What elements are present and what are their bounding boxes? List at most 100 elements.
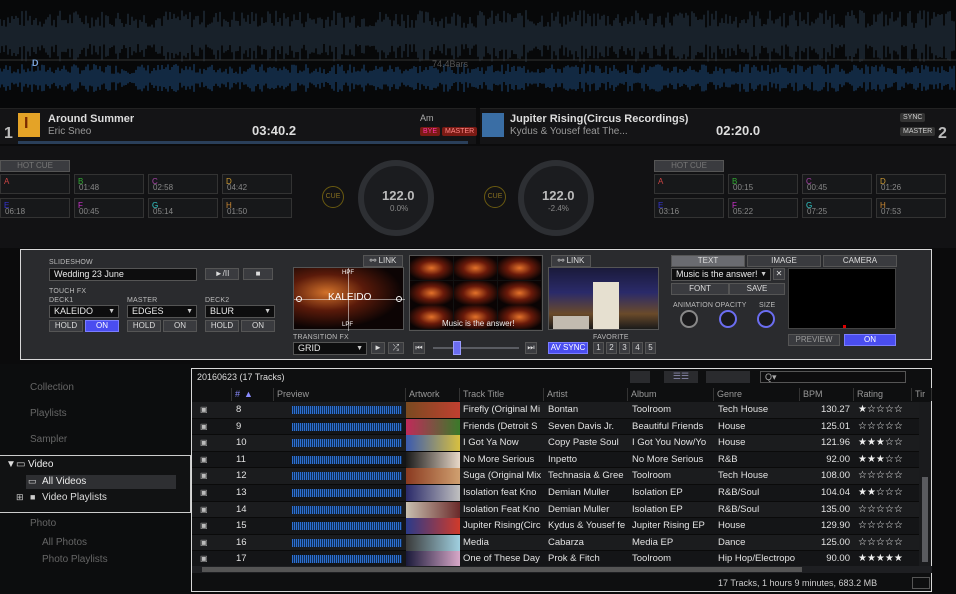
tree-sampler[interactable]: Sampler <box>30 434 67 445</box>
rating-stars[interactable]: ☆☆☆☆☆ <box>858 468 916 484</box>
deck2-hot-cue-pad[interactable]: G 07:25 <box>802 198 872 218</box>
deck1-hot-cue-pad[interactable]: F 00:45 <box>74 198 144 218</box>
col-number[interactable]: # ▲ <box>232 388 274 401</box>
deck1-video-preview[interactable]: HPF LPF KALEIDO <box>293 267 405 331</box>
deck2-badge-master[interactable]: MASTER <box>900 127 936 136</box>
tree-all-videos[interactable]: All Videos <box>42 476 86 487</box>
rating-stars[interactable]: ★★★★★ <box>858 551 916 567</box>
tree-collection[interactable]: Collection <box>30 382 74 393</box>
preview-waveform[interactable] <box>292 439 402 448</box>
deck1-jog-wheel[interactable]: 122.0 0.0% <box>358 160 434 236</box>
table-row[interactable]: ▣ 10 I Got Ya Now Copy Paste Soul I Got You … <box>192 435 919 452</box>
table-row[interactable]: ▣ 8 Firefly (Original Mi Bontan Toolroom Tech… <box>192 402 919 419</box>
slideshow-stop-button[interactable]: ■ <box>243 268 273 280</box>
text-select[interactable]: Music is the answer! <box>671 268 771 281</box>
seek-start-icon[interactable]: ⏮ <box>413 342 425 354</box>
col-artwork[interactable]: Artwork <box>406 388 460 401</box>
preview-waveform[interactable] <box>292 472 402 481</box>
link-button-right[interactable]: ⚯ LINK <box>551 255 591 267</box>
size-knob[interactable] <box>757 310 775 328</box>
preview-waveform[interactable] <box>292 555 402 564</box>
rating-stars[interactable]: ☆☆☆☆☆ <box>858 502 916 518</box>
deck1-fx-select[interactable]: KALEIDO <box>49 305 119 318</box>
deck2-hot-cue-pad[interactable]: D 01:26 <box>876 174 946 194</box>
slideshow-play-pause-button[interactable]: ►/II <box>205 268 239 280</box>
tree-photo[interactable]: Photo <box>30 518 56 529</box>
deck1-hot-cue-pad[interactable]: B 01:48 <box>74 174 144 194</box>
table-row[interactable]: ▣ 11 No More Serious Inpetto No More Serious… <box>192 451 919 469</box>
tab-text[interactable]: TEXT <box>671 255 745 267</box>
font-button[interactable]: FONT <box>671 283 729 295</box>
vertical-scrollbar[interactable] <box>919 402 931 566</box>
link-button-left[interactable]: ⚯ LINK <box>363 255 403 267</box>
deck1-cue-button[interactable]: CUE <box>322 186 344 208</box>
table-row[interactable]: ▣ 12 Suga (Original Mix Technasia & Gree Too… <box>192 468 919 485</box>
tab-image[interactable]: IMAGE <box>747 255 821 267</box>
favorite-button-4[interactable]: 4 <box>632 342 643 354</box>
deck1-overview-bar[interactable] <box>18 141 468 144</box>
av-sync-button[interactable]: AV SYNC <box>548 342 588 354</box>
deck1-hot-cue-tab[interactable]: HOT CUE <box>0 160 70 172</box>
preview-button[interactable]: PREVIEW <box>788 334 840 346</box>
slideshow-field[interactable]: Wedding 23 June <box>49 268 197 281</box>
tree-all-photos[interactable]: All Photos <box>42 537 87 548</box>
save-button[interactable]: SAVE <box>729 283 785 295</box>
tree-playlists[interactable]: Playlists <box>30 408 67 419</box>
transition-fx-select[interactable]: GRID <box>293 342 367 355</box>
preview-waveform[interactable] <box>292 522 402 531</box>
preview-waveform[interactable] <box>292 538 402 547</box>
tab-camera[interactable]: CAMERA <box>823 255 897 267</box>
deck2-video-preview[interactable] <box>548 267 659 330</box>
deck2-hot-cue-pad[interactable]: F 05:22 <box>728 198 798 218</box>
col-time[interactable]: Tir <box>912 388 932 401</box>
col-icon[interactable] <box>192 388 232 401</box>
master-fx-select[interactable]: EDGES <box>127 305 197 318</box>
output-preview[interactable] <box>788 268 896 329</box>
rating-stars[interactable]: ☆☆☆☆☆ <box>858 535 916 551</box>
favorite-button-3[interactable]: 3 <box>619 342 630 354</box>
deck2-hot-cue-pad[interactable]: B 00:15 <box>728 174 798 194</box>
col-rating[interactable]: Rating <box>854 388 912 401</box>
transition-play-icon[interactable]: ► <box>371 342 385 354</box>
deck2-hot-cue-pad[interactable]: C 00:45 <box>802 174 872 194</box>
table-row[interactable]: ▣ 15 Jupiter Rising(Circ Kydus & Yousef fe J… <box>192 518 919 535</box>
deck1-badge-master[interactable]: MASTER <box>442 127 478 136</box>
deck2-hot-cue-pad[interactable]: A <box>654 174 724 194</box>
preview-waveform[interactable] <box>292 489 402 497</box>
deck2-hot-cue-tab[interactable]: HOT CUE <box>654 160 724 172</box>
table-row[interactable]: ▣ 16 Media Cabarza Media EP Dance 125.00 ☆☆☆☆☆ <box>192 534 919 552</box>
crossfader-handle[interactable] <box>453 341 461 355</box>
table-row[interactable]: ▣ 9 Friends (Detroit S Seven Davis Jr. Beaut… <box>192 418 919 436</box>
tree-video[interactable]: Video <box>28 459 53 470</box>
deck2-hot-cue-pad[interactable]: E 03:16 <box>654 198 724 218</box>
table-row[interactable]: ▣ 14 Isolation Feat Kno Demian Muller Isolat… <box>192 501 919 519</box>
col-artist[interactable]: Artist <box>544 388 628 401</box>
favorite-button-2[interactable]: 2 <box>606 342 617 354</box>
deck1-hot-cue-pad[interactable]: C 02:58 <box>148 174 218 194</box>
rating-stars[interactable]: ★★☆☆☆ <box>858 485 916 501</box>
add-icon[interactable] <box>630 371 650 383</box>
table-row[interactable]: ▣ 13 Isolation feat Kno Demian Muller Isolat… <box>192 485 919 502</box>
rating-stars[interactable]: ★★★☆☆ <box>858 452 916 468</box>
deck1-hot-cue-pad[interactable]: G 05:14 <box>148 198 218 218</box>
video-expand-icon[interactable]: ▼ <box>6 459 16 470</box>
preview-waveform[interactable] <box>292 505 402 514</box>
tree-photo-playlists[interactable]: Photo Playlists <box>42 554 108 565</box>
col-album[interactable]: Album <box>628 388 714 401</box>
deck1-hot-cue-pad[interactable]: H 01:50 <box>222 198 292 218</box>
view-mode-icon[interactable] <box>706 371 750 383</box>
horizontal-scroll-thumb[interactable] <box>202 567 802 572</box>
opacity-knob[interactable] <box>719 310 737 328</box>
master-video-preview[interactable]: Music is the answer! <box>409 255 543 331</box>
expand-icon[interactable] <box>912 577 930 589</box>
deck1-on-button[interactable]: ON <box>85 320 119 332</box>
shuffle-icon[interactable]: ⤮ <box>388 342 404 354</box>
deck2-on-button[interactable]: ON <box>241 320 275 332</box>
col-track-title[interactable]: Track Title <box>460 388 544 401</box>
col-genre[interactable]: Genre <box>714 388 800 401</box>
favorite-button-5[interactable]: 5 <box>645 342 656 354</box>
text-clear-icon[interactable]: ✕ <box>773 268 785 280</box>
xy-handle-right[interactable] <box>396 296 402 302</box>
preview-waveform[interactable] <box>292 422 402 431</box>
animation-knob[interactable] <box>680 310 698 328</box>
